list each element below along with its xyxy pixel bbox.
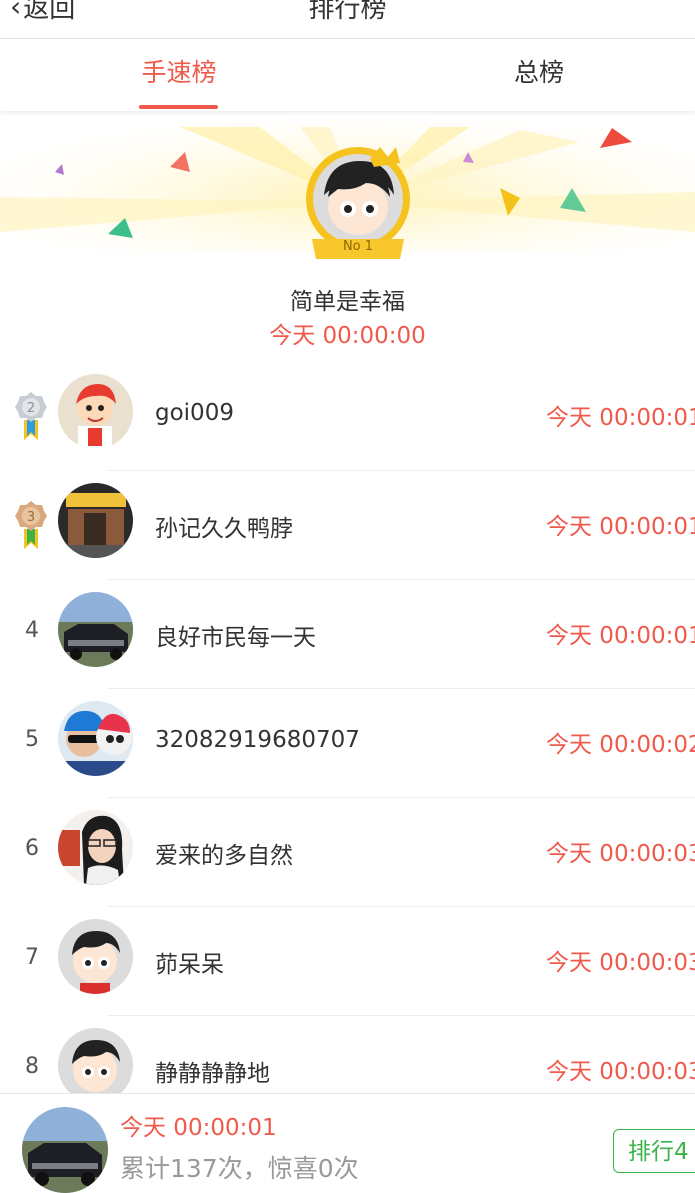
rank-number: 5 [25,727,39,752]
rank-number: 7 [25,945,39,970]
user-time: 今天 00:00:02 [546,732,695,758]
list-item[interactable]: 7 茆呆呆 今天 00:00:03 [0,907,695,1016]
list-item[interactable]: 4 良好市民每一天 今天 00:00:01 [0,580,695,689]
avatar [58,810,133,885]
medal-rank: 2 [27,401,35,416]
user-name: 爱来的多自然 [155,843,293,869]
my-rank-button[interactable]: 排行4 [613,1129,695,1173]
rank-number: 6 [25,836,39,861]
list-item[interactable]: 2 goi009 今天 00:00:01 [0,362,695,471]
silver-medal-icon: 2 [15,392,47,440]
list-item[interactable]: 6 爱来的多自然 今天 00:00:03 [0,798,695,907]
champion-time: 今天 00:00:00 [269,323,426,349]
avatar [58,919,133,994]
bronze-medal-icon: 3 [15,501,47,549]
active-tab-indicator [139,105,218,109]
my-time: 今天 00:00:01 [120,1115,277,1141]
tab-speed-ranking[interactable]: 手速榜 [99,53,259,89]
list-item[interactable]: 3 孙记久久鸭脖 今天 00:00:01 [0,471,695,580]
user-name: 孙记久久鸭脖 [155,516,293,542]
nav-bar: ‹ 返回 排行榜 [0,0,695,39]
user-time: 今天 00:00:03 [546,950,695,976]
user-time: 今天 00:00:01 [546,623,695,649]
tab-total-ranking[interactable]: 总榜 [459,53,619,89]
rank-number: 4 [25,618,39,643]
champion-badge: No 1 [342,239,374,254]
user-time: 今天 00:00:01 [546,514,695,540]
medal-rank: 3 [27,510,35,525]
my-stats-bar: 今天 00:00:01 累计137次，惊喜0次 排行4 [0,1093,695,1193]
list-item[interactable]: 5 32082919680707 今天 00:00:02 [0,689,695,798]
user-name: 静静静静地 [155,1061,270,1087]
user-name: 良好市民每一天 [155,625,316,651]
avatar [58,701,133,776]
champion-section: No 1 简单是幸福 今天 00:00:00 [0,112,695,362]
my-stats: 累计137次，惊喜0次 [120,1154,359,1183]
avatar [58,1028,133,1103]
user-time: 今天 00:00:01 [546,405,695,431]
page-title: 排行榜 [308,0,387,24]
user-time: 今天 00:00:03 [546,841,695,867]
champion-name: 简单是幸福 [290,289,405,315]
user-time: 今天 00:00:03 [546,1059,695,1085]
avatar [58,374,133,449]
tab-bar: 手速榜 总榜 [0,39,695,111]
user-name: 茆呆呆 [155,952,224,978]
user-name: goi009 [155,400,234,426]
my-avatar[interactable] [22,1107,108,1193]
avatar [58,483,133,558]
rank-number: 8 [25,1054,39,1079]
user-name: 32082919680707 [155,727,360,753]
avatar [58,592,133,667]
